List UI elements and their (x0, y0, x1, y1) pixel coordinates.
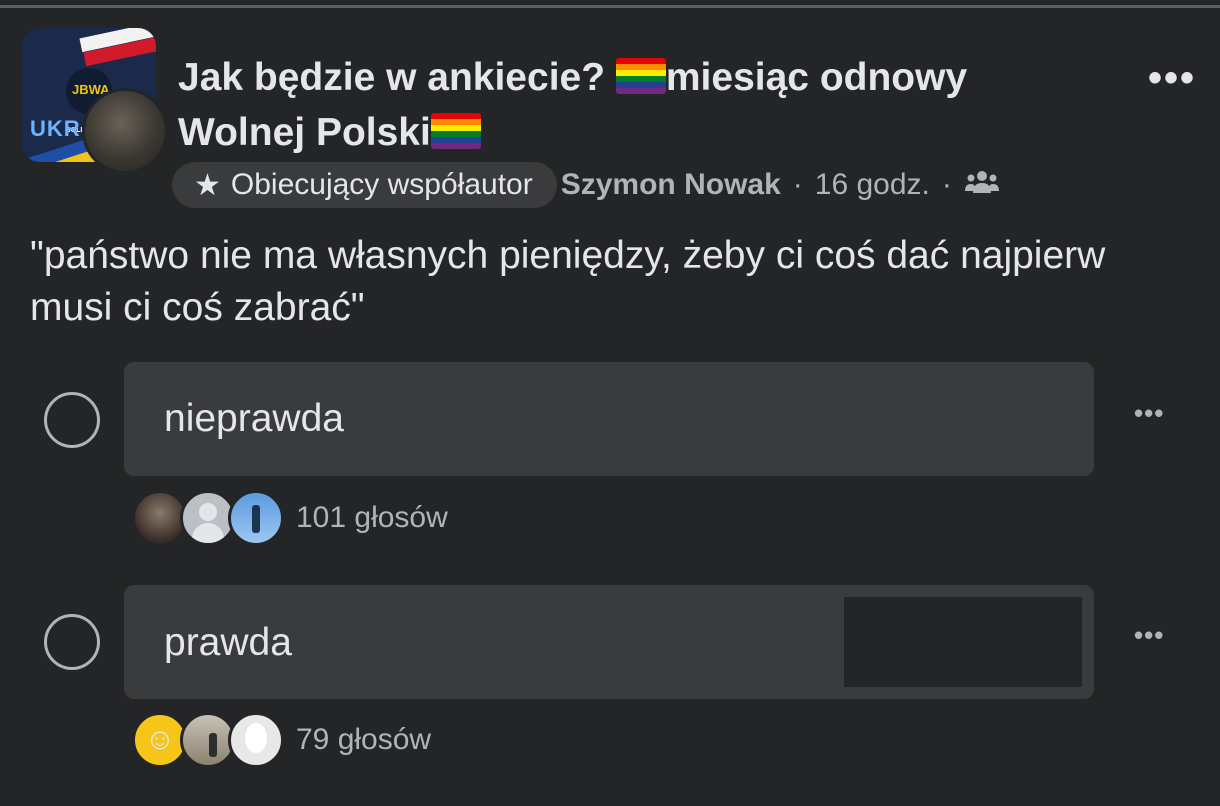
post-time[interactable]: 16 godz. (815, 168, 930, 202)
poll-voters-nieprawda[interactable]: 101 głosów (132, 490, 448, 546)
voter-avatar (228, 712, 284, 768)
author-name[interactable]: Szymon Nowak (561, 168, 781, 202)
rainbow-flag-emoji (615, 58, 666, 94)
star-icon: ★ (194, 168, 221, 202)
voter-avatar (228, 490, 284, 546)
contributor-badge-label: Obiecujący współautor (230, 168, 533, 201)
post-text: "państwo nie ma własnych pieniędzy, żeby… (30, 234, 1106, 329)
top-divider (0, 0, 1220, 8)
group-logo-ukr-text: UKR (30, 116, 81, 141)
poll-vote-count: 101 głosów (296, 501, 448, 534)
poll-voters-prawda[interactable]: ☺ 79 głosów (132, 712, 431, 768)
post-title: Jak będzie w ankiecie? miesiąc odnowy Wo… (178, 50, 1078, 160)
group-audience-icon[interactable] (964, 169, 1000, 202)
poll-option-label: nieprawda (164, 397, 344, 440)
poll-option-more-icon[interactable]: ••• (1134, 398, 1164, 429)
author-avatar[interactable] (82, 88, 168, 174)
rainbow-flag-emoji (430, 113, 481, 149)
post-more-options-icon[interactable]: ••• (1148, 56, 1196, 101)
poll-option-nieprawda[interactable]: nieprawda (124, 362, 1094, 476)
meta-separator: · (941, 168, 952, 201)
post-title-part1: Jak będzie w ankiecie? (178, 56, 616, 99)
poll-option-more-icon[interactable]: ••• (1134, 620, 1164, 651)
post-meta: ★ Obiecujący współautor Szymon Nowak · 1… (172, 162, 1000, 208)
contributor-badge[interactable]: ★ Obiecujący współautor (172, 162, 557, 208)
poll-radio-prawda[interactable] (44, 614, 100, 670)
poll-option-label: prawda (164, 621, 292, 664)
meta-separator: · (792, 168, 803, 201)
poll-vote-count: 79 głosów (296, 723, 432, 756)
poll-radio-nieprawda[interactable] (44, 392, 100, 448)
poll-option-prawda[interactable]: prawda (124, 585, 1094, 699)
